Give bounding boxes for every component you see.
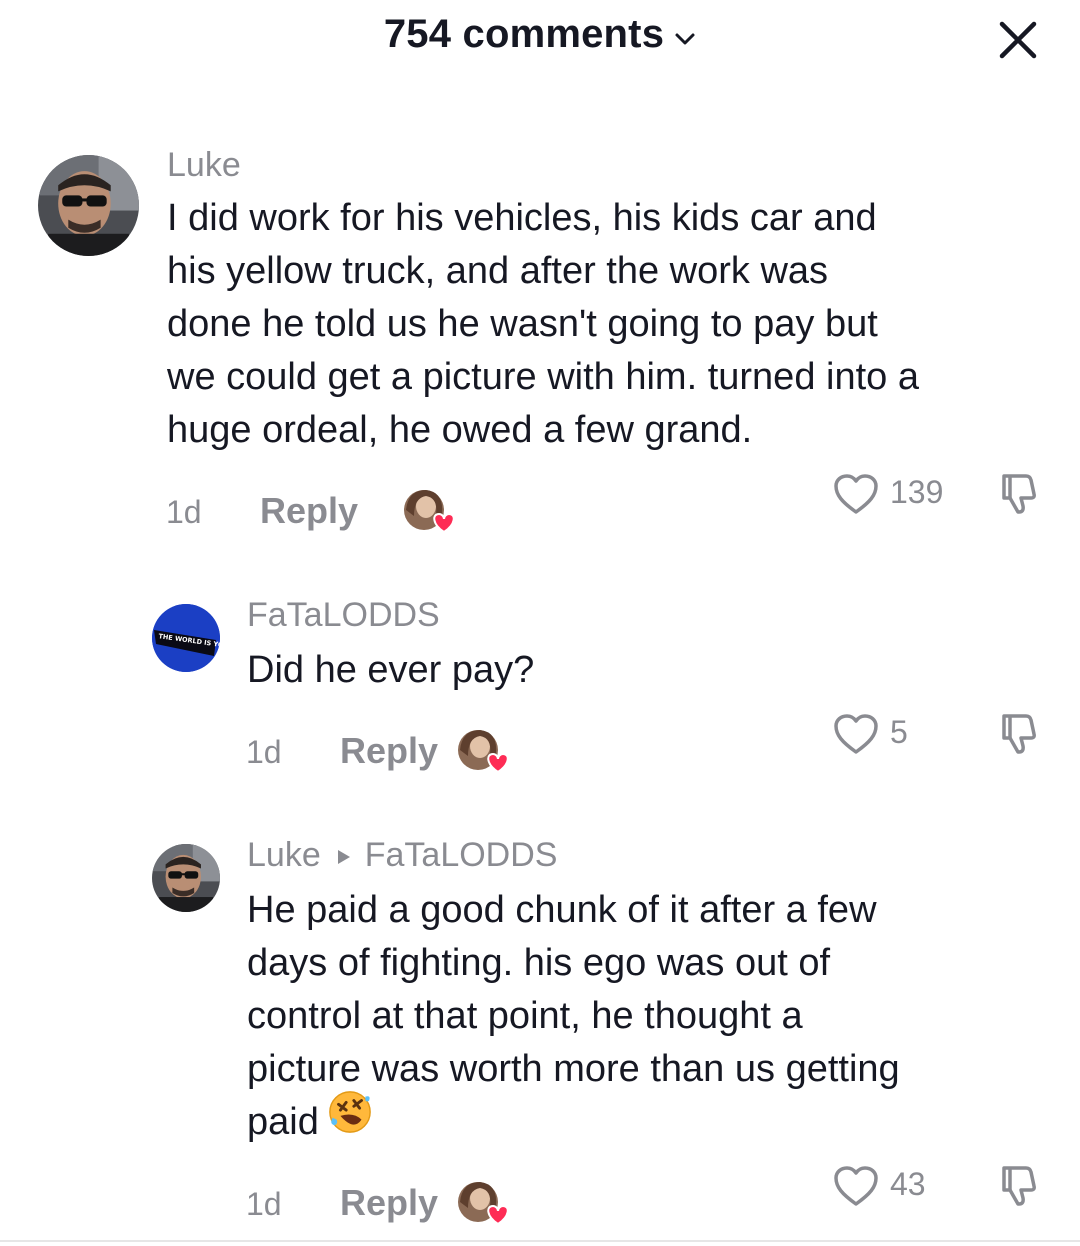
- dislike-button[interactable]: [994, 710, 1042, 758]
- comment-item: Luke I did work for his vehicles, his ki…: [0, 140, 1080, 560]
- comment-username-row: Luke FaTaLODDS: [247, 836, 557, 875]
- avatar[interactable]: THE WORLD IS YOURS: [152, 604, 220, 672]
- like-button[interactable]: 5: [832, 710, 932, 758]
- thumbs-down-icon: [994, 710, 1042, 758]
- comment-text-line: done he told us he wasn't going to pay b…: [167, 303, 878, 345]
- reply-to-username[interactable]: FaTaLODDS: [365, 836, 558, 874]
- comment-username[interactable]: FaTaLODDS: [247, 596, 440, 635]
- heart-icon: [832, 1164, 880, 1208]
- creator-liked-avatar: [402, 486, 458, 536]
- dislike-button[interactable]: [994, 1162, 1042, 1210]
- heart-icon: [832, 472, 880, 516]
- comments-count-dropdown[interactable]: 754 comments: [0, 12, 1080, 57]
- reply-arrow-icon: [337, 835, 351, 874]
- reply-button[interactable]: Reply: [260, 490, 358, 532]
- comment-text-line: I did work for his vehicles, his kids ca…: [167, 197, 877, 239]
- comment-text-line: He paid a good chunk of it after a few: [247, 889, 877, 931]
- comment-text-line: huge ordeal, he owed a few grand.: [167, 409, 753, 451]
- comment-text: He paid a good chunk of it after a few d…: [247, 884, 1067, 1150]
- comment-text-line-last: paid: [247, 1096, 1067, 1150]
- close-button[interactable]: [996, 18, 1040, 62]
- divider: [0, 1240, 1080, 1242]
- like-button[interactable]: 139: [832, 470, 952, 518]
- rofl-emoji-icon: [327, 1089, 373, 1150]
- comment-username[interactable]: Luke: [167, 146, 241, 185]
- comment-time: 1d: [246, 1186, 282, 1222]
- reply-item: THE WORLD IS YOURS FaTaLODDS Did he ever…: [0, 590, 1080, 790]
- comment-time: 1d: [166, 494, 202, 530]
- thumbs-down-icon: [994, 470, 1042, 518]
- like-count: 139: [890, 474, 944, 510]
- thumbs-down-icon: [994, 1162, 1042, 1210]
- comment-time: 1d: [246, 734, 282, 770]
- like-count: 5: [890, 714, 908, 750]
- avatar[interactable]: [152, 844, 220, 912]
- dislike-button[interactable]: [994, 470, 1042, 518]
- reply-item: Luke FaTaLODDS He paid a good chunk of it…: [0, 830, 1080, 1240]
- like-count: 43: [890, 1166, 926, 1202]
- comments-count-label: 754 comments: [383, 12, 665, 56]
- comments-header: 754 comments: [0, 0, 1080, 80]
- comment-text: Did he ever pay?: [247, 644, 1067, 697]
- creator-liked-avatar: [456, 726, 512, 776]
- close-icon: [999, 21, 1037, 59]
- comment-text-line: his yellow truck, and after the work was: [167, 250, 829, 292]
- creator-liked-avatar: [456, 1178, 512, 1228]
- like-button[interactable]: 43: [832, 1162, 942, 1210]
- comment-text-line: Did he ever pay?: [247, 649, 535, 691]
- comment-text-line: we could get a picture with him. turned …: [167, 356, 919, 398]
- heart-icon: [832, 712, 880, 756]
- comments-panel: 754 comments Luke I did work for his veh…: [0, 0, 1080, 1246]
- reply-button[interactable]: Reply: [340, 1182, 438, 1224]
- chevron-down-icon: [674, 11, 696, 56]
- reply-button[interactable]: Reply: [340, 730, 438, 772]
- avatar[interactable]: [38, 155, 139, 256]
- comment-text-line: paid: [247, 1101, 319, 1143]
- comment-text-line: picture was worth more than us getting: [247, 1048, 900, 1090]
- comment-username[interactable]: Luke: [247, 836, 321, 874]
- comment-text-line: days of fighting. his ego was out of: [247, 942, 831, 984]
- comment-text-line: control at that point, he thought a: [247, 995, 803, 1037]
- comment-text: I did work for his vehicles, his kids ca…: [167, 192, 1067, 457]
